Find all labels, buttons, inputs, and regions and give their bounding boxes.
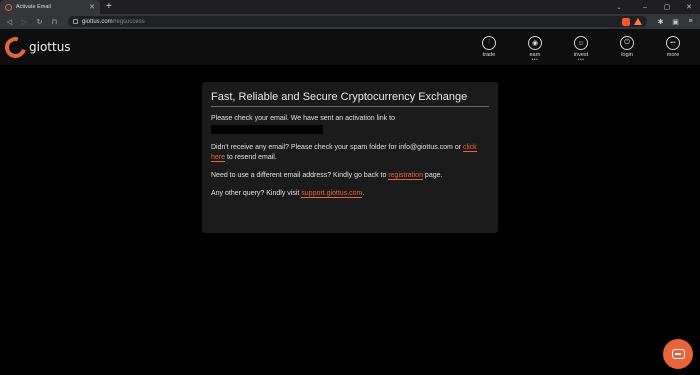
registration-link[interactable]: registration — [388, 172, 423, 180]
close-window-button[interactable]: ✕ — [678, 0, 700, 14]
reload-icon[interactable]: ↻ — [34, 16, 45, 27]
earn-dropdown-dots: ••• — [531, 57, 539, 63]
brave-shield-icon[interactable] — [622, 17, 630, 26]
tab-search-icon[interactable]: ⌄ — [612, 0, 626, 14]
tab-title: Activate Email — [16, 4, 51, 10]
check-email-text: Please check your email. We have sent an… — [211, 115, 395, 122]
earn-icon: ◉ — [528, 36, 542, 50]
lock-icon — [73, 19, 78, 24]
brave-rewards-icon[interactable] — [634, 18, 642, 25]
trade-icon: ⫶ — [482, 36, 496, 50]
support-text-b: . — [362, 190, 365, 197]
nav-invest[interactable]: ☺ invest ••• — [558, 36, 604, 63]
site-header: giottus ⫶ trade ◉ earn ••• ☺ invest ••• … — [0, 29, 700, 65]
site-nav: ⫶ trade ◉ earn ••• ☺ invest ••• ⏻ login … — [466, 36, 696, 63]
nav-label: login — [621, 52, 633, 58]
nav-more[interactable]: ••• more — [650, 36, 696, 58]
url-text[interactable]: giottus.com/regsuccess — [82, 19, 618, 25]
more-icon: ••• — [666, 36, 680, 50]
login-icon: ⏻ — [620, 36, 634, 50]
resend-text: Didn't receive any email? Please check y… — [211, 143, 489, 163]
support-text-a: Any other query? Kindly visit — [211, 190, 300, 197]
different-email-text-a: Need to use a different email address? K… — [211, 172, 387, 179]
bookmark-icon[interactable]: ⊓ — [49, 16, 60, 27]
resend-text-b: to resend email. — [226, 154, 277, 161]
tab-close-icon[interactable]: ✕ — [89, 4, 95, 11]
invest-dropdown-dots: ••• — [577, 57, 585, 63]
different-email-text: Need to use a different email address? K… — [211, 171, 489, 181]
url-path: /regsuccess — [112, 18, 145, 25]
nav-login[interactable]: ⏻ login — [604, 36, 650, 58]
different-email-text-b: page. — [424, 172, 443, 179]
url-host: giottus.com — [82, 18, 113, 25]
maximize-button[interactable]: ▢ — [656, 0, 678, 14]
chat-icon — [671, 349, 685, 359]
browser-tabbar: Activate Email ✕ + ⌄ – ▢ ✕ — [0, 0, 700, 14]
nav-earn[interactable]: ◉ earn ••• — [512, 36, 558, 63]
nav-label: more — [666, 52, 680, 58]
nav-label: trade — [482, 52, 496, 58]
browser-toolbar: ◁ ▷ ↻ ⊓ giottus.com/regsuccess ✱ ▣ ≡ — [0, 14, 700, 29]
wallet-icon[interactable]: ▣ — [670, 16, 681, 27]
support-text: Any other query? Kindly visit support.gi… — [211, 189, 489, 199]
support-link[interactable]: support.giottus.com — [301, 190, 363, 198]
nav-trade[interactable]: ⫶ trade — [466, 36, 512, 58]
activation-card: Fast, Reliable and Secure Cryptocurrency… — [202, 82, 498, 233]
back-arrow-icon[interactable]: ◁ — [4, 16, 15, 27]
card-title: Fast, Reliable and Secure Cryptocurrency… — [211, 91, 489, 107]
extensions-icon[interactable]: ✱ — [655, 16, 666, 27]
chat-button[interactable] — [663, 339, 693, 369]
redacted-email — [211, 125, 323, 134]
invest-icon: ☺ — [574, 36, 588, 50]
window-controls: – ▢ ✕ — [634, 0, 700, 14]
logo-mark-icon — [1, 32, 30, 62]
logo-text: giottus — [29, 40, 71, 54]
giottus-logo[interactable]: giottus — [1, 32, 71, 62]
new-tab-button[interactable]: + — [106, 2, 112, 12]
browser-tab[interactable]: Activate Email ✕ — [0, 0, 100, 14]
forward-arrow-icon[interactable]: ▷ — [19, 16, 30, 27]
menu-icon[interactable]: ≡ — [685, 16, 696, 27]
resend-text-a: Didn't receive any email? Please check y… — [211, 144, 462, 151]
address-bar[interactable]: giottus.com/regsuccess — [68, 16, 647, 27]
favicon-icon — [5, 3, 12, 11]
minimize-button[interactable]: – — [634, 0, 656, 14]
